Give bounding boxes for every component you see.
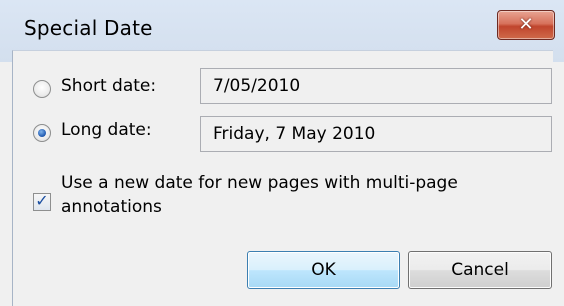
cancel-button[interactable]: Cancel	[408, 251, 552, 289]
special-date-dialog: Special Date ✕ Short date: 7/05/2010 Lon…	[0, 0, 564, 306]
short-date-label: Short date:	[61, 76, 157, 96]
close-button[interactable]: ✕	[497, 10, 555, 40]
radio-selected-dot	[38, 129, 46, 137]
short-date-radio[interactable]	[33, 80, 51, 98]
close-icon: ✕	[518, 14, 534, 35]
ok-button[interactable]: OK	[247, 251, 400, 289]
multipage-label-line2: annotations	[61, 197, 162, 217]
long-date-field: Friday, 7 May 2010	[200, 116, 552, 152]
checkmark-icon: ✓	[35, 191, 49, 210]
multipage-date-checkbox[interactable]: ✓	[33, 191, 51, 211]
short-date-field: 7/05/2010	[200, 68, 552, 104]
window-title: Special Date	[24, 16, 153, 40]
multipage-label-line1: Use a new date for new pages with multi-…	[61, 173, 458, 193]
long-date-radio[interactable]	[33, 124, 51, 142]
long-date-label: Long date:	[61, 120, 152, 140]
